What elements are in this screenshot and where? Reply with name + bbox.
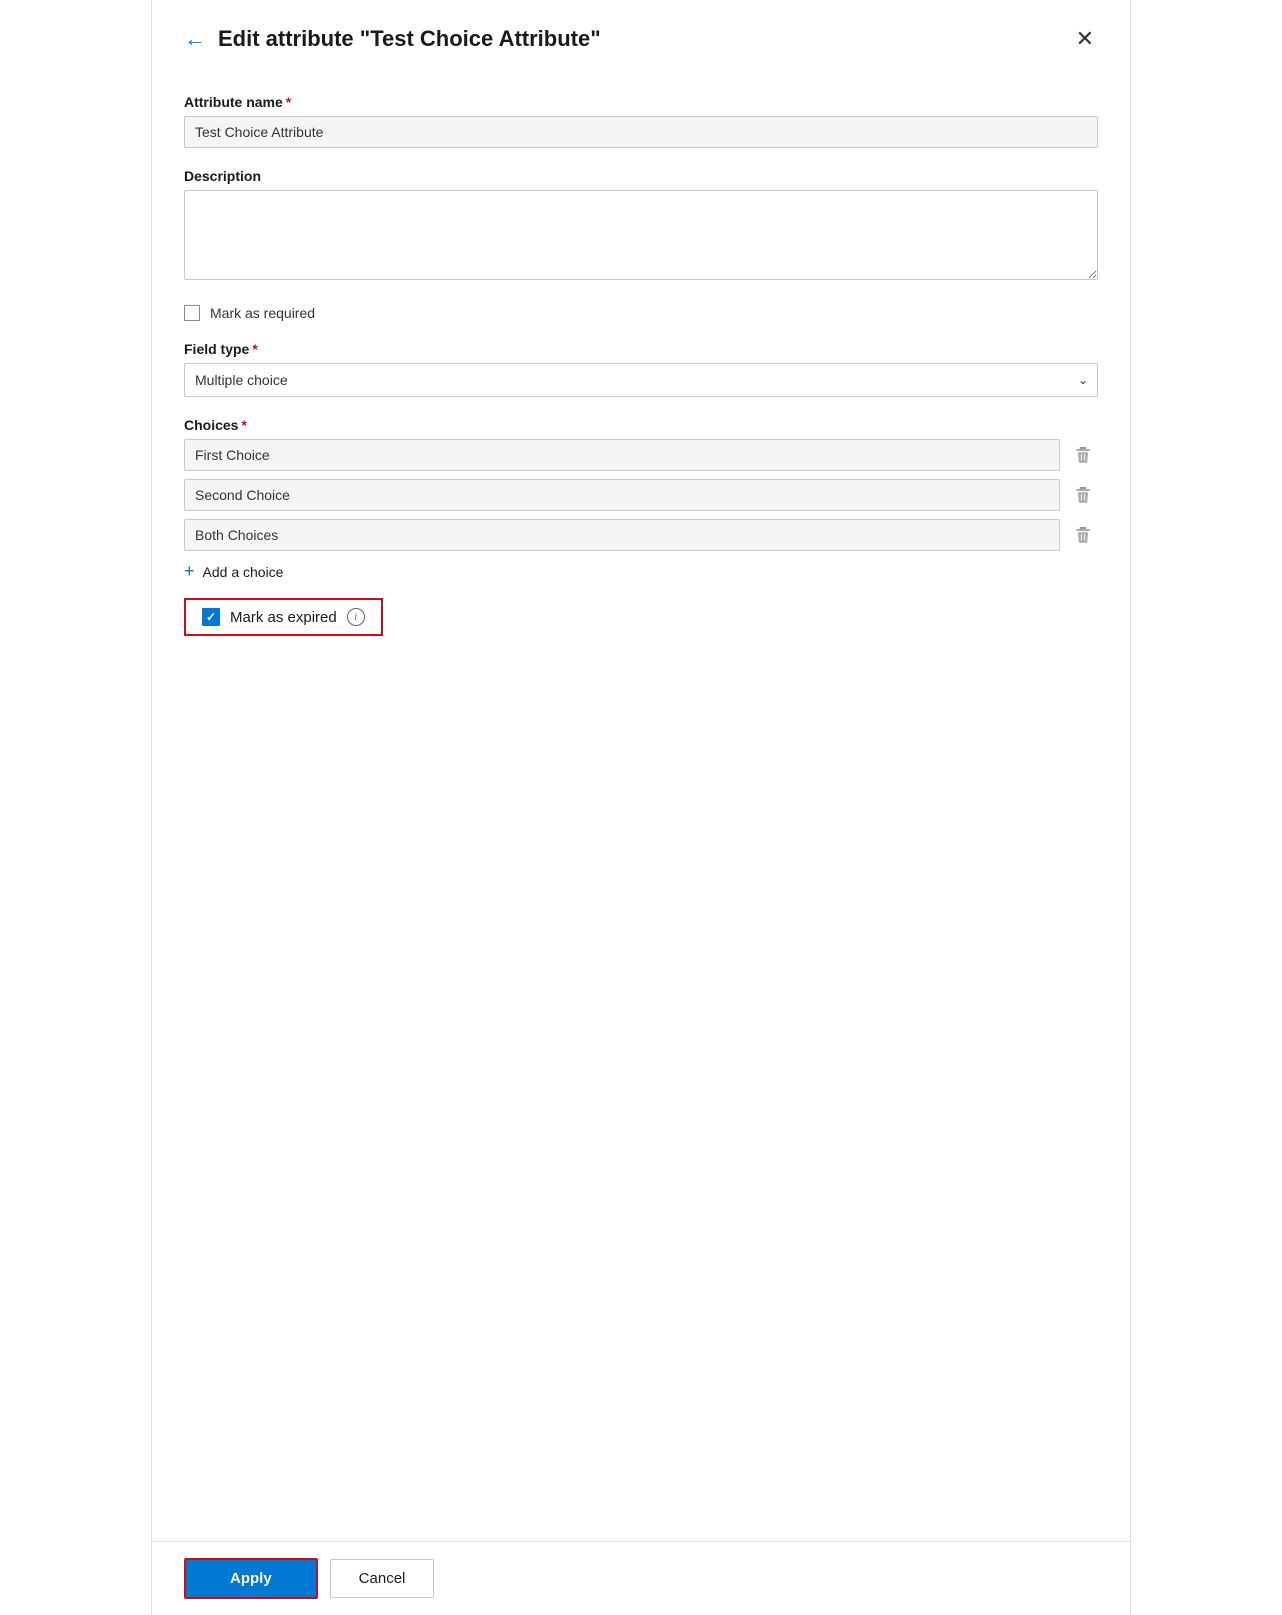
attribute-name-group: Attribute name * <box>184 94 1098 148</box>
add-choice-row[interactable]: + Add a choice <box>184 561 1098 582</box>
panel-body: Attribute name * Description Mark as req… <box>152 70 1130 1541</box>
description-label: Description <box>184 168 1098 184</box>
trash-icon <box>1074 486 1092 504</box>
field-type-select[interactable]: Multiple choice <box>184 363 1098 397</box>
mark-expired-row: ✓ Mark as expired i <box>184 598 383 636</box>
choices-label: Choices * <box>184 417 1098 433</box>
choice-input-1[interactable] <box>184 439 1060 471</box>
panel-title: Edit attribute "Test Choice Attribute" <box>218 26 601 52</box>
add-choice-label: Add a choice <box>203 564 284 580</box>
description-textarea[interactable] <box>184 190 1098 280</box>
required-star-name: * <box>286 94 291 110</box>
description-group: Description <box>184 168 1098 285</box>
trash-icon <box>1074 446 1092 464</box>
cancel-button[interactable]: Cancel <box>330 1559 435 1598</box>
mark-expired-label[interactable]: Mark as expired <box>230 609 337 626</box>
mark-expired-checkbox[interactable]: ✓ <box>202 608 220 626</box>
add-icon: + <box>184 561 195 582</box>
choices-section: Choices * <box>184 417 1098 636</box>
attribute-name-input[interactable] <box>184 116 1098 148</box>
apply-button[interactable]: Apply <box>184 1558 318 1599</box>
edit-attribute-panel: ← Edit attribute "Test Choice Attribute"… <box>151 0 1131 1615</box>
delete-choice-2-button[interactable] <box>1068 482 1098 508</box>
panel-header: ← Edit attribute "Test Choice Attribute"… <box>152 0 1130 70</box>
choice-item <box>184 439 1098 471</box>
checkmark-icon: ✓ <box>206 610 216 624</box>
close-button[interactable]: ✕ <box>1072 24 1098 54</box>
choice-item <box>184 479 1098 511</box>
choice-input-3[interactable] <box>184 519 1060 551</box>
trash-icon <box>1074 526 1092 544</box>
field-type-label: Field type * <box>184 341 1098 357</box>
field-type-group: Field type * Multiple choice ⌄ <box>184 341 1098 397</box>
required-star-fieldtype: * <box>252 341 257 357</box>
mark-required-row: Mark as required <box>184 305 1098 321</box>
delete-choice-1-button[interactable] <box>1068 442 1098 468</box>
panel-footer: Apply Cancel <box>152 1541 1130 1615</box>
attribute-name-label: Attribute name * <box>184 94 1098 110</box>
choice-input-2[interactable] <box>184 479 1060 511</box>
mark-required-checkbox[interactable] <box>184 305 200 321</box>
choices-list <box>184 439 1098 551</box>
info-icon[interactable]: i <box>347 608 365 626</box>
delete-choice-3-button[interactable] <box>1068 522 1098 548</box>
back-button[interactable]: ← <box>184 28 206 50</box>
field-type-select-wrapper: Multiple choice ⌄ <box>184 363 1098 397</box>
required-star-choices: * <box>241 417 246 433</box>
choice-item <box>184 519 1098 551</box>
panel-title-row: ← Edit attribute "Test Choice Attribute" <box>184 26 601 52</box>
mark-required-label[interactable]: Mark as required <box>210 305 315 321</box>
